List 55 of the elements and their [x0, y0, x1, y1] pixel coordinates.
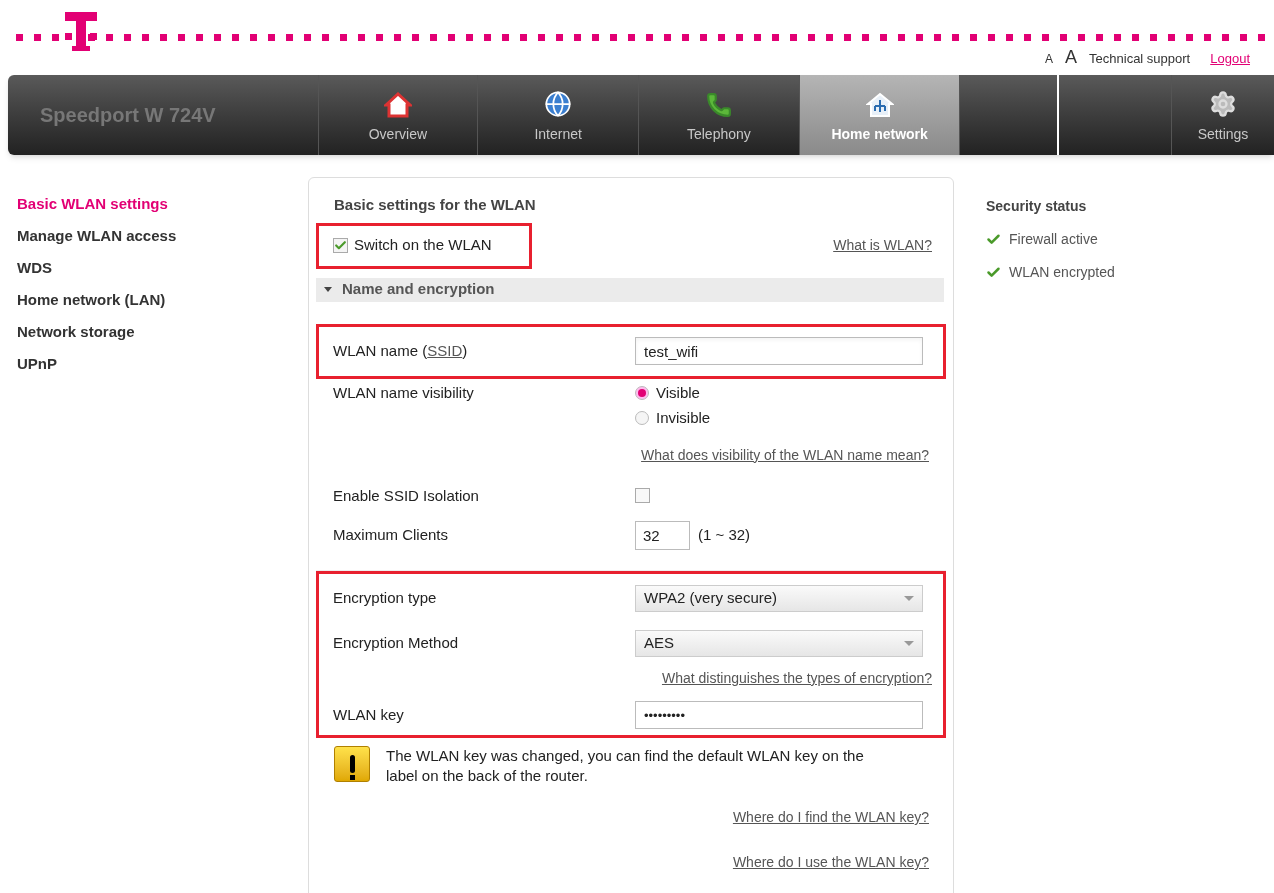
range-hint: (1 ~ 32): [698, 525, 751, 546]
field-label: WLAN name (SSID): [333, 340, 469, 361]
notice-text: The WLAN key was changed, you can find the default WLAN key on the label on the back of the router.: [386, 746, 865, 786]
sidebar-item[interactable]: UPnP: [17, 353, 308, 375]
caret-icon: [904, 596, 914, 601]
header-link[interactable]: Logout: [1210, 49, 1250, 69]
dropdown[interactable]: AES: [635, 630, 923, 657]
sidebar-item[interactable]: Basic WLAN settings: [17, 193, 308, 215]
field-label: Encryption Method: [333, 633, 460, 654]
header-link[interactable]: Technical support: [1089, 49, 1191, 69]
status-label: Firewall active: [1009, 230, 1098, 249]
ssid-field[interactable]: test_wifi: [635, 337, 923, 365]
house-icon: [383, 92, 412, 118]
house-network-icon: [865, 92, 894, 118]
nav-tab[interactable]: Internet: [477, 75, 638, 155]
sidebar-item[interactable]: WDS: [17, 257, 308, 279]
checkbox-label: Switch on the WLAN: [354, 235, 492, 256]
settings-icon: [1209, 90, 1238, 118]
field-label: WLAN name visibility: [333, 382, 475, 403]
number-field[interactable]: 32: [635, 521, 690, 550]
help-link[interactable]: What is WLAN?: [833, 235, 932, 256]
radio-option[interactable]: Visible: [635, 381, 711, 404]
font-size-button[interactable]: A: [1045, 50, 1054, 68]
sidebar-item[interactable]: Manage WLAN access: [17, 225, 308, 247]
field-label: Maximum Clients: [333, 525, 450, 546]
nav-tab[interactable]: Overview: [317, 75, 478, 155]
password-field[interactable]: •••••••••: [635, 701, 923, 729]
logo-icon: [65, 12, 97, 52]
section-header[interactable]: Name and encryption: [316, 277, 944, 302]
security-title: Security status: [986, 197, 1088, 216]
checkbox[interactable]: [635, 488, 650, 504]
radio-option[interactable]: Invisible: [635, 407, 711, 430]
checkbox[interactable]: [333, 238, 348, 253]
phone-icon: [705, 92, 732, 118]
field-label: Enable SSID Isolation: [333, 485, 480, 506]
field-label: WLAN key: [333, 704, 405, 725]
caret-icon: [904, 641, 914, 646]
brand-name: Speedport W 724V: [39, 103, 217, 128]
font-size-button[interactable]: A: [1065, 44, 1078, 71]
sidebar-item[interactable]: Network storage: [17, 321, 308, 343]
help-link[interactable]: Where do I use the WLAN key?: [732, 852, 929, 873]
sidebar-item[interactable]: Home network (LAN): [17, 289, 308, 311]
dropdown[interactable]: WPA2 (very secure): [635, 585, 923, 612]
help-link[interactable]: Where do I find the WLAN key?: [732, 807, 929, 828]
help-link[interactable]: What does visibility of the WLAN name mean?: [641, 444, 929, 466]
warning-icon: [334, 746, 370, 782]
panel-title: Basic settings for the WLAN: [333, 195, 537, 215]
check-icon: [334, 239, 347, 252]
status-label: WLAN encrypted: [1009, 263, 1115, 282]
nav-tab[interactable]: Settings: [1171, 75, 1274, 155]
nav-tab[interactable]: Telephony: [638, 75, 799, 155]
globe-icon: [544, 90, 573, 118]
help-link[interactable]: What distinguishes the types of encryption?: [661, 668, 932, 689]
caret-icon: [324, 287, 332, 292]
field-label: Encryption type: [333, 588, 438, 609]
